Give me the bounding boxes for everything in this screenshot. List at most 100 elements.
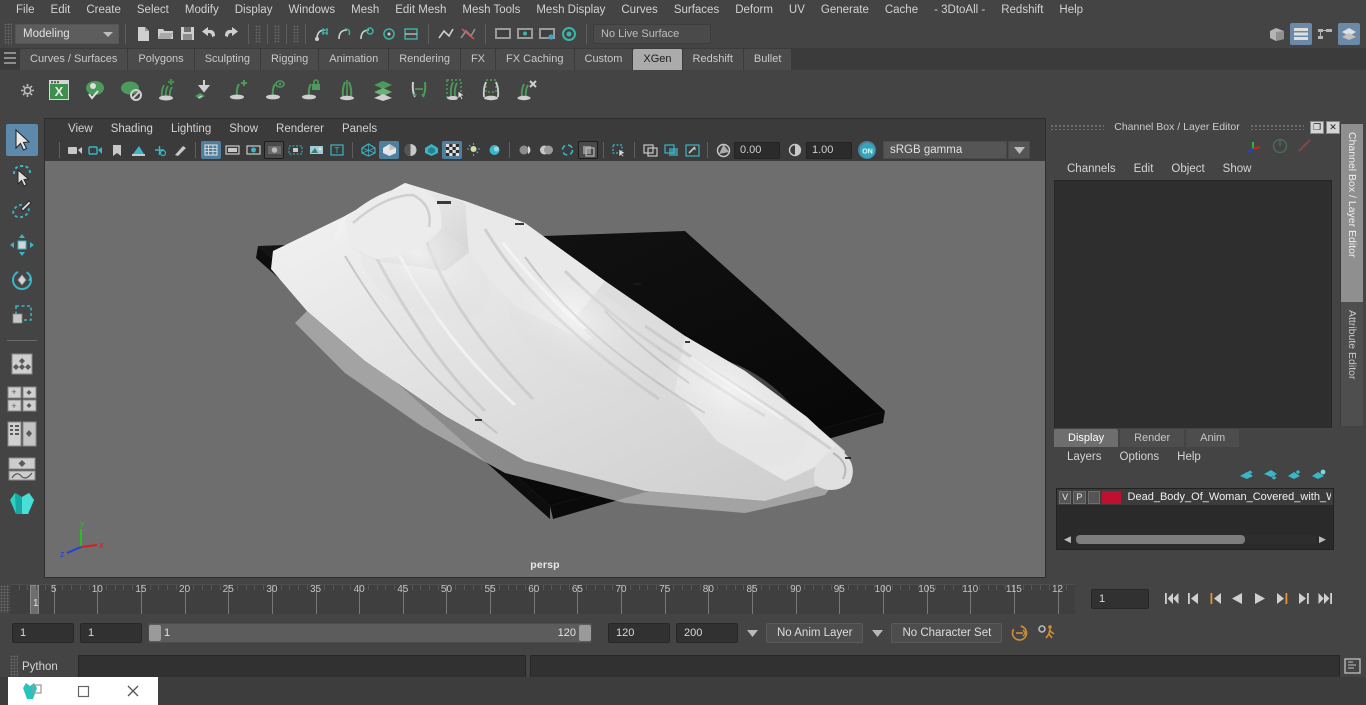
shadows-icon[interactable] [515,141,535,159]
shelf-tab-xgen[interactable]: XGen [633,49,683,70]
wireframe-icon[interactable] [358,141,378,159]
xgen-density-map-icon[interactable] [368,75,398,105]
new-scene-icon[interactable] [132,23,154,45]
go-to-start-icon[interactable] [1163,589,1180,609]
animation-end-time-field[interactable]: 200 [676,623,738,643]
rotate-tool[interactable] [6,264,38,296]
show-attribute-editor-icon[interactable] [1338,23,1360,45]
render-settings-icon[interactable] [536,23,558,45]
layer-color-swatch[interactable] [1101,490,1121,504]
panel-zoom-icon[interactable] [640,141,660,159]
menu-windows[interactable]: Windows [280,2,343,18]
shelf-tab-fx[interactable]: FX [460,49,497,70]
light-icon[interactable] [463,141,483,159]
playback-start-time-field[interactable]: 1 [80,623,142,643]
shelf-tab-bullet[interactable]: Bullet [743,49,793,70]
command-language-label[interactable]: Python [22,661,74,673]
command-input-field[interactable] [78,654,526,679]
menu-mesh-tools[interactable]: Mesh Tools [454,2,528,18]
panel-layout-icon[interactable] [661,141,681,159]
move-layer-down-icon[interactable] [1263,469,1278,484]
image-plane-icon[interactable] [128,141,148,159]
scroll-right-arrow-icon[interactable]: ▶ [1318,534,1327,544]
step-back-keyframe-icon[interactable] [1185,589,1202,609]
viewport-menu-renderer[interactable]: Renderer [267,121,333,137]
move-tool[interactable] [6,229,38,261]
ipr-render-icon[interactable] [514,23,536,45]
character-set-dropdown-arrow-icon[interactable] [869,623,885,643]
menu-mesh[interactable]: Mesh [343,2,387,18]
film-origin-icon[interactable] [285,141,305,159]
viewport-menu-lighting[interactable]: Lighting [162,121,220,137]
playback-end-time-field[interactable]: 120 [608,623,670,643]
animation-start-time-field[interactable]: 1 [12,623,74,643]
shelf-tab-animation[interactable]: Animation [319,49,390,70]
snap-view-plane-icon[interactable] [400,23,422,45]
shelf-tab-redshift[interactable]: Redshift [682,49,744,70]
object-light-icon[interactable] [484,141,504,159]
show-hypergraph-icon[interactable] [1290,23,1312,45]
close-panel-icon[interactable]: ✕ [1326,120,1340,134]
xgen-convert-guide-icon[interactable] [404,75,434,105]
color-management-toggle-icon[interactable]: ON [858,141,876,159]
table-row[interactable]: V P Dead_Body_Of_Woman_Covered_with_Whi [1057,489,1333,505]
smooth-shade-all-icon[interactable] [379,141,399,159]
vtab-attribute-editor[interactable]: Attribute Editor [1340,302,1363,426]
layout-outliner-persp-icon[interactable] [6,418,38,450]
scrollbar-thumb[interactable] [1076,535,1246,544]
menu-3dtoall[interactable]: - 3DtoAll - [926,2,993,18]
anim-layer-selector[interactable]: No Anim Layer [766,623,864,643]
use-default-lighting-icon[interactable] [442,141,462,159]
move-layer-up-icon[interactable] [1239,469,1254,484]
select-camera-icon[interactable] [65,141,85,159]
xgen-editor-icon[interactable]: X [44,75,74,105]
layer-menu-help[interactable]: Help [1168,449,1210,465]
manipulator-axis-icon[interactable] [1246,138,1264,157]
step-back-frame-icon[interactable] [1207,589,1224,609]
maya-app-icon[interactable] [8,677,58,705]
shelf-tab-curves-surfaces[interactable]: Curves / Surfaces [20,49,129,70]
shelf-tab-rigging[interactable]: Rigging [260,49,320,70]
restore-panel-icon[interactable]: ❐ [1310,120,1324,134]
two-d-pan-zoom-icon[interactable] [149,141,169,159]
bookmark-icon[interactable] [107,141,127,159]
shelf-options-gear-icon[interactable] [18,81,36,99]
menu-modify[interactable]: Modify [177,2,227,18]
xgen-add-description-icon[interactable] [152,75,182,105]
menu-edit[interactable]: Edit [43,2,79,18]
menu-display[interactable]: Display [227,2,281,18]
persp-viewport[interactable]: y x z persp [45,161,1045,577]
viewport-menu-view[interactable]: View [59,121,102,137]
channel-box-menu-show[interactable]: Show [1214,161,1261,177]
go-to-end-icon[interactable] [1317,589,1334,609]
step-forward-frame-icon[interactable] [1273,589,1290,609]
channel-box-menu-edit[interactable]: Edit [1125,161,1163,177]
isolate-select-icon[interactable] [609,141,629,159]
create-new-layer-icon[interactable] [1287,469,1302,484]
exposure-icon[interactable] [713,141,733,159]
channel-box-menu-channels[interactable]: Channels [1058,161,1125,177]
dock-grip-left[interactable] [1050,124,1105,130]
xgen-preview-icon[interactable] [80,75,110,105]
xgen-add-guide-icon[interactable] [224,75,254,105]
grease-pencil-icon[interactable] [170,141,190,159]
layer-list-horizontal-scrollbar[interactable]: ◀ ▶ [1063,534,1327,545]
undo-icon[interactable] [198,23,220,45]
show-node-editor-icon[interactable] [1314,23,1336,45]
gamma-icon[interactable] [785,141,805,159]
layer-playback-toggle[interactable]: P [1073,490,1086,504]
menu-cache[interactable]: Cache [877,2,926,18]
hypershade-icon[interactable] [558,23,580,45]
time-slider-track[interactable]: 1 5 10 15 20 25 30 35 40 45 50 55 60 65 70 75 80 85 90 95 1… [10,583,1075,614]
snap-point-icon[interactable] [356,23,378,45]
text-display-icon[interactable]: T [327,141,347,159]
snapshot-icon[interactable] [682,141,702,159]
menu-curves[interactable]: Curves [613,2,665,18]
exposure-value-field[interactable]: 0.00 [734,141,780,159]
menu-help[interactable]: Help [1051,2,1091,18]
layer-state-toggle[interactable] [1087,490,1100,504]
lasso-select-tool[interactable] [6,159,38,191]
display-layer-list[interactable]: V P Dead_Body_Of_Woman_Covered_with_Whi … [1056,488,1334,550]
camera-attributes-icon[interactable] [86,141,106,159]
shelf-tab-sculpting[interactable]: Sculpting [194,49,261,70]
